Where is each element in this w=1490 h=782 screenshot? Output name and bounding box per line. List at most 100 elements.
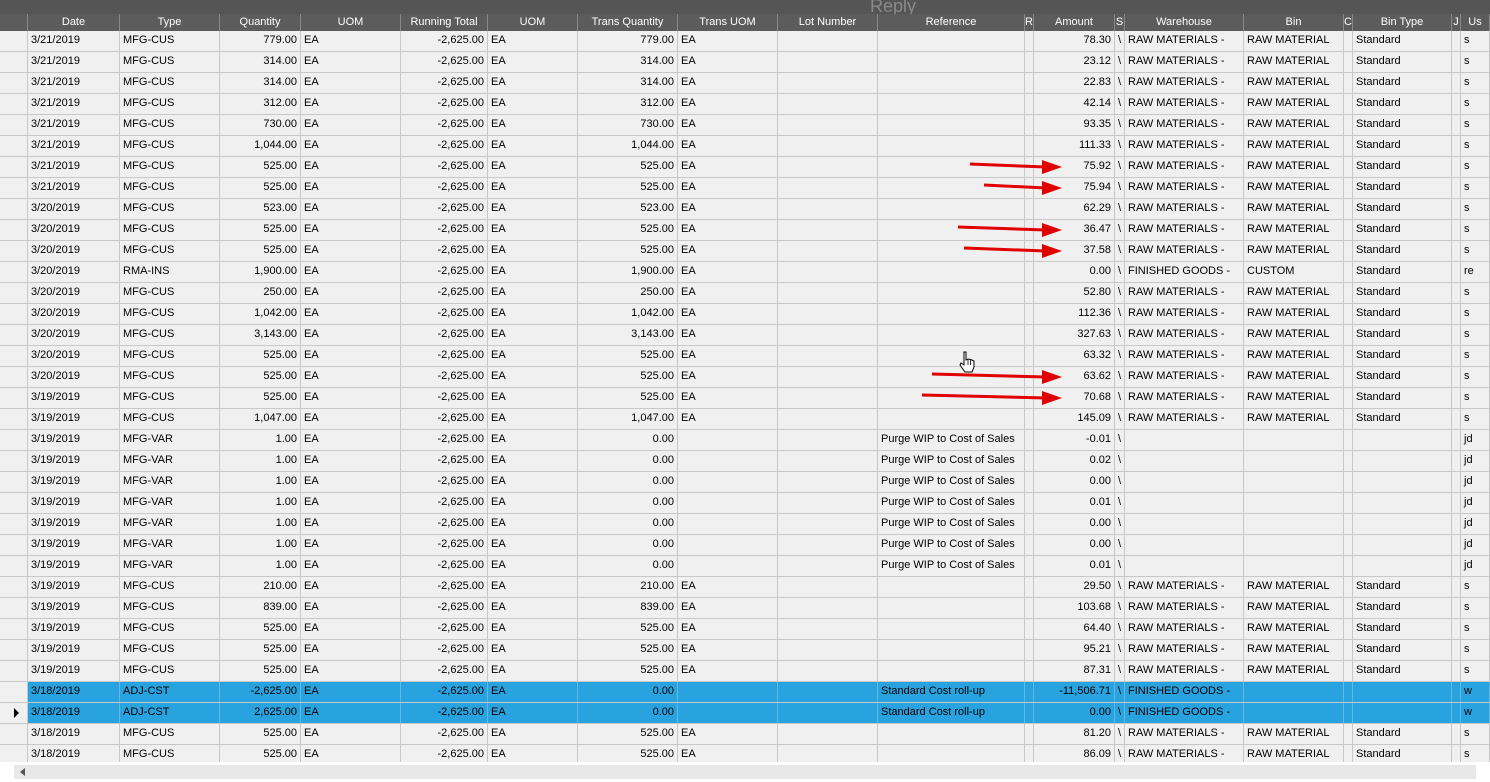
cell-type[interactable]: MFG-CUS	[120, 367, 220, 387]
table-row[interactable]: 3/20/2019 MFG-CUS 525.00 EA -2,625.00 EA 525.0…	[0, 367, 1490, 388]
cell-uom[interactable]: EA	[301, 535, 401, 555]
cell-ref[interactable]	[878, 241, 1025, 261]
cell-s[interactable]: \	[1115, 577, 1125, 597]
cell-us[interactable]: s	[1461, 388, 1490, 408]
cell-uom2[interactable]: EA	[488, 262, 578, 282]
cell-tqty[interactable]: 1,042.00	[578, 304, 678, 324]
cell-warehouse[interactable]: RAW MATERIALS -	[1125, 388, 1244, 408]
cell-tqty[interactable]: 0.00	[578, 682, 678, 702]
cell-tuom[interactable]	[678, 703, 778, 723]
cell-running[interactable]: -2,625.00	[401, 682, 488, 702]
cell-type[interactable]: RMA-INS	[120, 262, 220, 282]
cell-date[interactable]: 3/21/2019	[28, 136, 120, 156]
cell-us[interactable]: s	[1461, 304, 1490, 324]
cell-date[interactable]: 3/18/2019	[28, 703, 120, 723]
cell-uom[interactable]: EA	[301, 115, 401, 135]
cell-lot[interactable]	[778, 262, 878, 282]
cell-ref[interactable]	[878, 598, 1025, 618]
cell-bintype[interactable]: Standard	[1353, 409, 1452, 429]
cell-s[interactable]: \	[1115, 346, 1125, 366]
cell-c[interactable]	[1344, 220, 1353, 240]
cell-bintype[interactable]: Standard	[1353, 577, 1452, 597]
cell-tuom[interactable]: EA	[678, 661, 778, 681]
table-row[interactable]: 3/19/2019 MFG-VAR 1.00 EA -2,625.00 EA 0.00 Pur…	[0, 493, 1490, 514]
cell-uom2[interactable]: EA	[488, 367, 578, 387]
cell-tuom[interactable]	[678, 535, 778, 555]
cell-bintype[interactable]: Standard	[1353, 73, 1452, 93]
cell-bintype[interactable]: Standard	[1353, 220, 1452, 240]
cell-qty[interactable]: 1.00	[220, 430, 301, 450]
cell-j[interactable]	[1452, 304, 1461, 324]
row-selector[interactable]	[0, 703, 28, 723]
cell-tuom[interactable]	[678, 493, 778, 513]
cell-running[interactable]: -2,625.00	[401, 220, 488, 240]
cell-c[interactable]	[1344, 682, 1353, 702]
cell-bin[interactable]	[1244, 556, 1344, 576]
cell-r[interactable]	[1025, 451, 1034, 471]
cell-lot[interactable]	[778, 178, 878, 198]
cell-r[interactable]	[1025, 430, 1034, 450]
cell-ref[interactable]	[878, 73, 1025, 93]
cell-r[interactable]	[1025, 598, 1034, 618]
cell-warehouse[interactable]: RAW MATERIALS -	[1125, 325, 1244, 345]
cell-ref[interactable]: Purge WIP to Cost of Sales	[878, 430, 1025, 450]
cell-warehouse[interactable]: RAW MATERIALS -	[1125, 283, 1244, 303]
cell-us[interactable]: s	[1461, 724, 1490, 744]
cell-uom[interactable]: EA	[301, 388, 401, 408]
cell-uom2[interactable]: EA	[488, 619, 578, 639]
cell-uom[interactable]: EA	[301, 136, 401, 156]
cell-running[interactable]: -2,625.00	[401, 556, 488, 576]
cell-r[interactable]	[1025, 52, 1034, 72]
cell-running[interactable]: -2,625.00	[401, 199, 488, 219]
cell-c[interactable]	[1344, 451, 1353, 471]
cell-j[interactable]	[1452, 367, 1461, 387]
column-header-s[interactable]: S	[1115, 14, 1125, 31]
cell-amount[interactable]: 0.00	[1034, 262, 1115, 282]
row-selector[interactable]	[0, 241, 28, 261]
cell-r[interactable]	[1025, 493, 1034, 513]
cell-qty[interactable]: -2,625.00	[220, 682, 301, 702]
cell-uom2[interactable]: EA	[488, 325, 578, 345]
cell-type[interactable]: MFG-CUS	[120, 220, 220, 240]
cell-j[interactable]	[1452, 388, 1461, 408]
cell-date[interactable]: 3/21/2019	[28, 52, 120, 72]
cell-tqty[interactable]: 3,143.00	[578, 325, 678, 345]
row-selector[interactable]	[0, 493, 28, 513]
cell-bintype[interactable]: Standard	[1353, 241, 1452, 261]
cell-bin[interactable]	[1244, 535, 1344, 555]
cell-r[interactable]	[1025, 661, 1034, 681]
column-header-date[interactable]: Date	[28, 14, 120, 31]
cell-qty[interactable]: 1.00	[220, 472, 301, 492]
cell-tqty[interactable]: 0.00	[578, 535, 678, 555]
cell-s[interactable]: \	[1115, 325, 1125, 345]
cell-tuom[interactable]: EA	[678, 94, 778, 114]
cell-tqty[interactable]: 0.00	[578, 556, 678, 576]
cell-bintype[interactable]: Standard	[1353, 115, 1452, 135]
cell-c[interactable]	[1344, 241, 1353, 261]
cell-lot[interactable]	[778, 283, 878, 303]
cell-r[interactable]	[1025, 472, 1034, 492]
cell-j[interactable]	[1452, 535, 1461, 555]
cell-uom[interactable]: EA	[301, 199, 401, 219]
cell-warehouse[interactable]: RAW MATERIALS -	[1125, 178, 1244, 198]
cell-bin[interactable]: RAW MATERIAL	[1244, 409, 1344, 429]
cell-j[interactable]	[1452, 430, 1461, 450]
cell-uom2[interactable]: EA	[488, 94, 578, 114]
cell-type[interactable]: MFG-CUS	[120, 157, 220, 177]
cell-j[interactable]	[1452, 577, 1461, 597]
row-selector-header[interactable]	[0, 14, 28, 31]
cell-uom2[interactable]: EA	[488, 178, 578, 198]
cell-uom[interactable]: EA	[301, 241, 401, 261]
cell-running[interactable]: -2,625.00	[401, 325, 488, 345]
cell-type[interactable]: MFG-CUS	[120, 178, 220, 198]
cell-j[interactable]	[1452, 493, 1461, 513]
cell-type[interactable]: MFG-CUS	[120, 640, 220, 660]
column-header-running[interactable]: Running Total	[401, 14, 488, 31]
cell-s[interactable]: \	[1115, 724, 1125, 744]
cell-amount[interactable]: -0.01	[1034, 430, 1115, 450]
column-header-us[interactable]: Us	[1461, 14, 1490, 31]
row-selector[interactable]	[0, 598, 28, 618]
cell-type[interactable]: ADJ-CST	[120, 703, 220, 723]
cell-tqty[interactable]: 525.00	[578, 157, 678, 177]
cell-lot[interactable]	[778, 682, 878, 702]
